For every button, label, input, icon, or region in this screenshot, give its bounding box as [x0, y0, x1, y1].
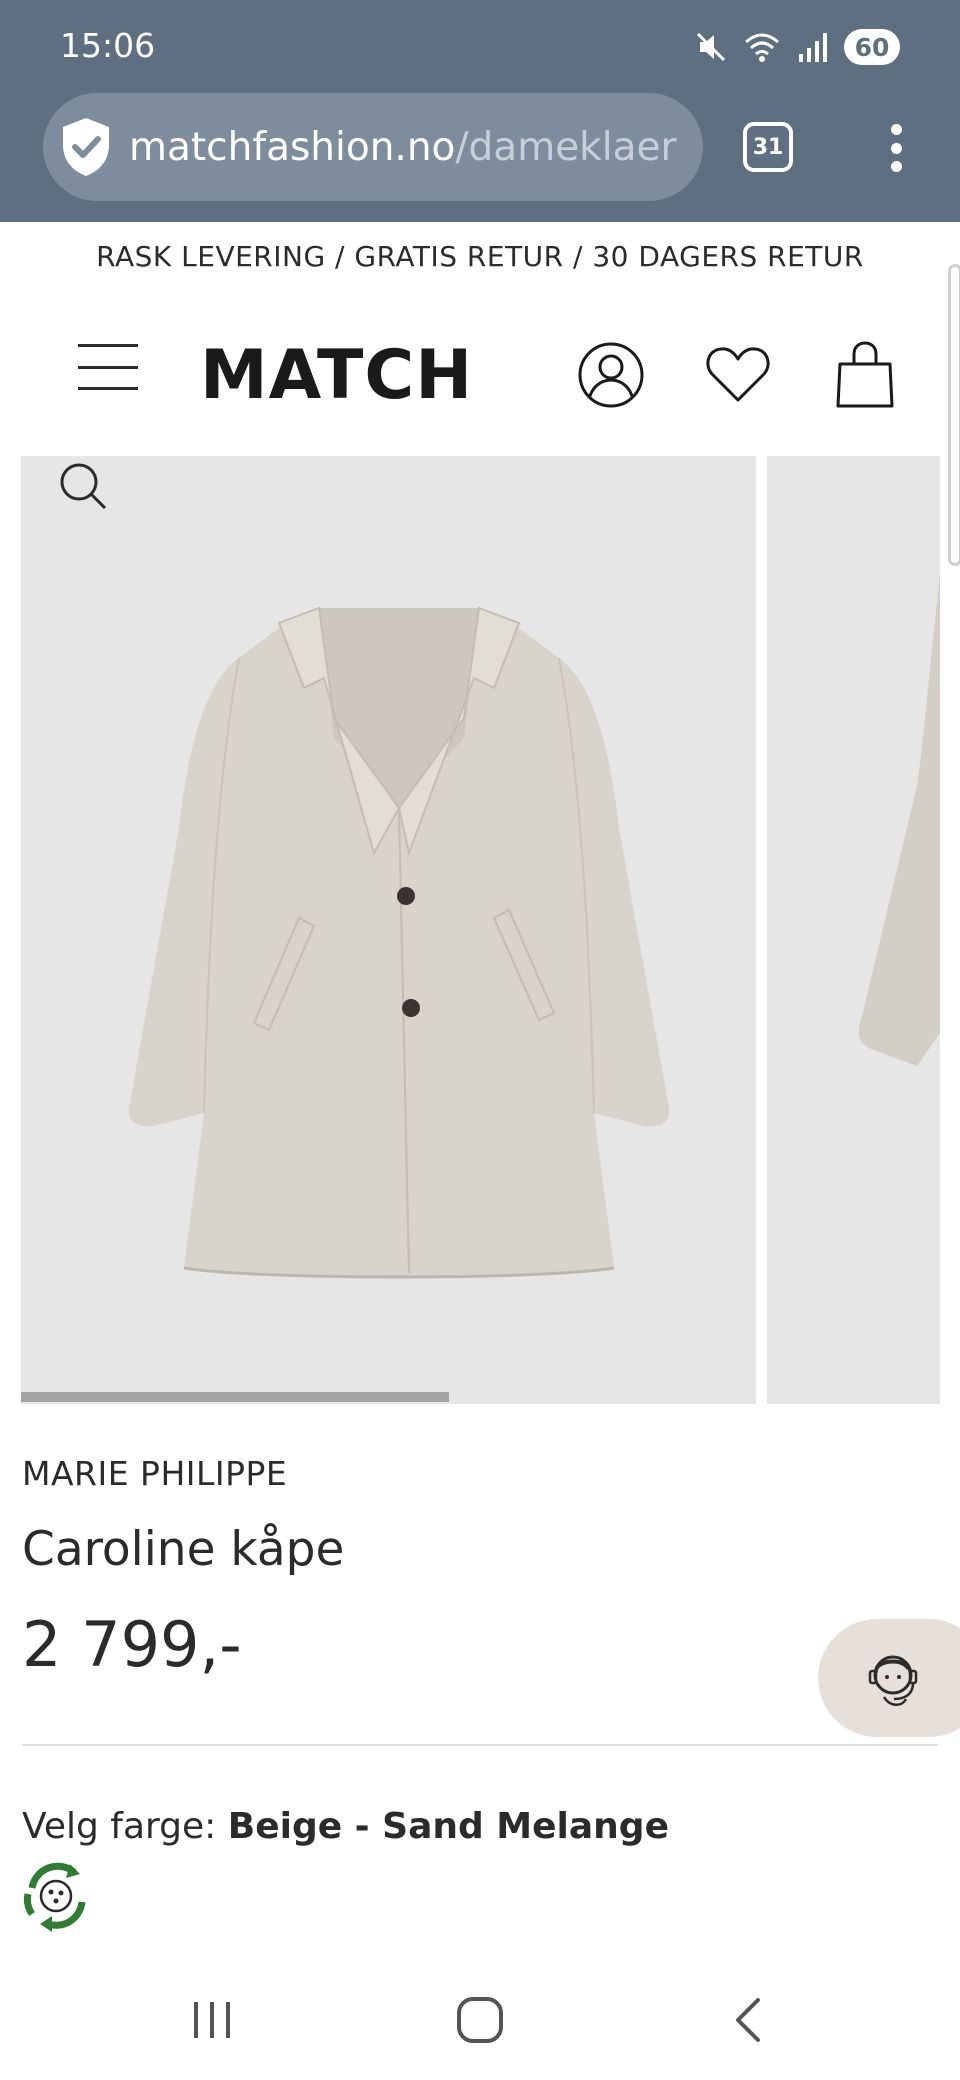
color-label: Velg farge:	[22, 1806, 228, 1847]
coat-image-partial	[858, 574, 940, 1066]
eco-cycle-icon[interactable]	[18, 1858, 94, 1934]
url-text[interactable]: matchfashion.no/dameklaer	[129, 125, 677, 170]
url-bar[interactable]: matchfashion.no/dameklaer	[43, 93, 703, 201]
recent-apps-icon[interactable]	[182, 1990, 242, 2050]
status-time: 15:06	[60, 26, 156, 65]
announcement-bar: RASK LEVERING / GRATIS RETUR / 30 DAGERS…	[96, 240, 864, 273]
coat-image	[128, 606, 670, 1279]
product-gallery[interactable]	[21, 456, 940, 1404]
support-agent-icon[interactable]	[860, 1645, 926, 1711]
back-icon[interactable]	[720, 1990, 780, 2050]
signal-icon	[799, 33, 827, 62]
mute-icon	[696, 32, 726, 62]
divider	[22, 1744, 938, 1746]
product-title: Caroline kåpe	[22, 1522, 345, 1577]
product-brand[interactable]: MARIE PHILIPPE	[22, 1454, 287, 1493]
site-header: MATCH	[0, 320, 960, 440]
bag-icon[interactable]	[830, 340, 900, 410]
screen: 15:06 60 matchfashion.no/dameklaer 31 RA…	[0, 0, 960, 2080]
heart-icon[interactable]	[703, 340, 773, 410]
product-image-next[interactable]	[767, 456, 940, 1404]
customer-support-button[interactable]	[818, 1619, 960, 1737]
color-value: Beige - Sand Melange	[227, 1806, 669, 1847]
url-path: /dameklaer	[455, 124, 677, 170]
menu-icon[interactable]	[78, 344, 138, 390]
tabs-icon[interactable]: 31	[743, 122, 793, 172]
product-image-main[interactable]	[21, 456, 756, 1404]
site-logo[interactable]: MATCH	[200, 336, 473, 415]
account-icon[interactable]	[576, 340, 646, 410]
gallery-progress-bar	[21, 1392, 449, 1402]
page-scrollbar[interactable]	[948, 264, 960, 566]
zoom-icon[interactable]	[57, 456, 113, 512]
shield-check-icon[interactable]	[59, 115, 113, 179]
home-icon[interactable]	[450, 1990, 510, 2050]
battery-icon: 60	[844, 29, 900, 65]
product-price: 2 799,-	[22, 1608, 242, 1681]
system-nav-bar	[0, 1960, 960, 2080]
color-selector: Velg farge: Beige - Sand Melange	[22, 1806, 669, 1847]
more-vert-icon[interactable]	[876, 118, 916, 178]
browser-chrome: 15:06 60 matchfashion.no/dameklaer 31	[0, 0, 960, 222]
status-icons: 60	[694, 26, 900, 68]
wifi-icon	[745, 33, 779, 62]
url-domain: matchfashion.no	[129, 124, 456, 170]
